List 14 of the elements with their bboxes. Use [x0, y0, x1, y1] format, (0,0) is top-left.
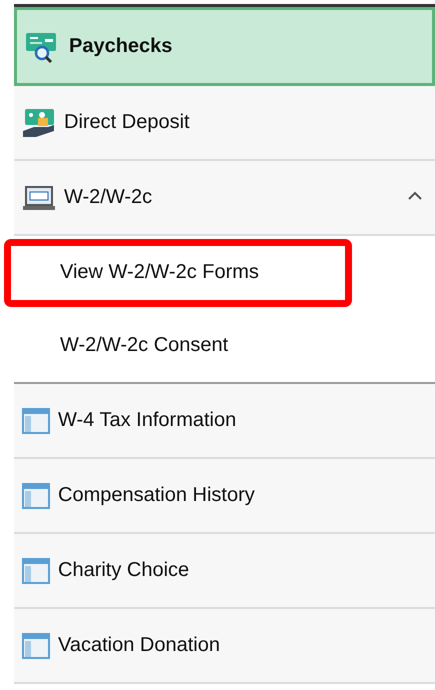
menu-item[interactable]: Compensation History — [14, 459, 435, 534]
menu-item[interactable]: Charity Choice — [14, 534, 435, 609]
money-hand-icon — [22, 106, 56, 138]
window-icon — [22, 482, 50, 508]
window-icon — [22, 632, 50, 658]
menu-item[interactable]: W-2/W-2c — [14, 161, 435, 236]
menu-item[interactable]: Paychecks — [14, 7, 435, 86]
menu-item[interactable]: W-4 Tax Information — [14, 384, 435, 459]
window-icon — [22, 558, 50, 584]
chevron-up-icon[interactable] — [407, 191, 423, 201]
menu-item[interactable]: Direct Deposit — [14, 86, 435, 161]
menu-item[interactable]: Vacation Donation — [14, 609, 435, 684]
window-icon — [22, 408, 50, 434]
laptop-icon — [22, 184, 56, 210]
